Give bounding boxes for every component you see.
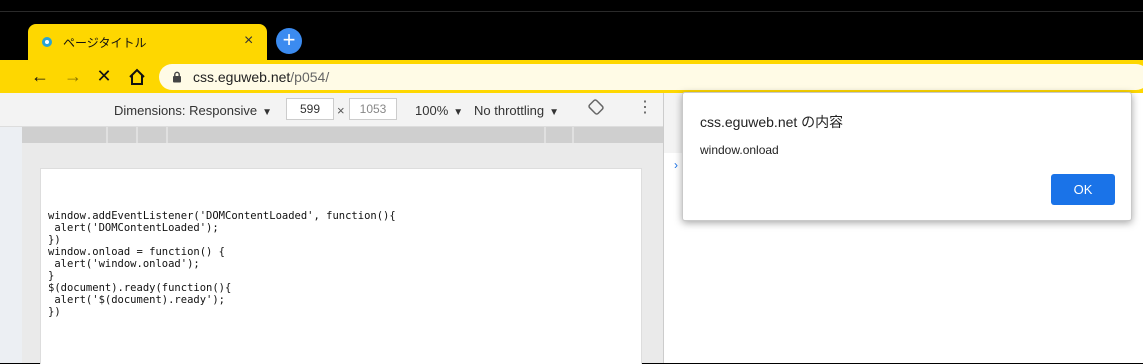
forward-arrow-icon[interactable]: → [61,65,85,89]
lock-icon[interactable] [172,71,182,83]
media-query-segment[interactable] [138,127,166,143]
media-query-segment[interactable] [22,127,106,143]
page-content: window.addEventListener('DOMContentLoade… [40,168,642,364]
code-text: window.addEventListener('DOMContentLoade… [48,210,396,318]
address-bar[interactable]: css.eguweb.net/p054/ [159,64,1143,90]
media-query-segment[interactable] [546,127,572,143]
dropdown-arrow-icon: ▼ [453,107,464,118]
browser-tab[interactable]: ページタイトル × [28,24,267,60]
title-bar: ページタイトル × + [0,0,1143,60]
dropdown-arrow-icon: ▼ [549,107,559,118]
width-input[interactable]: 599 [286,98,334,120]
dialog-title: css.eguweb.net の内容 [700,114,844,130]
media-query-segment[interactable] [168,127,544,143]
more-options-icon[interactable]: ⋮ [637,100,653,116]
tab-title: ページタイトル [63,36,147,50]
favicon-icon [42,37,52,47]
browser-toolbar: ← → ✕ css.eguweb.net/p054/ [0,60,1143,93]
dimension-separator: × [337,103,345,118]
alert-dialog: css.eguweb.net の内容 window.onload OK [682,92,1132,221]
rotate-icon[interactable] [588,99,604,115]
media-query-bar[interactable] [22,127,663,143]
dimensions-label: Dimensions: Responsive [114,103,258,118]
url-text[interactable]: css.eguweb.net/p054/ [193,69,329,85]
url-path: /p054/ [290,69,330,85]
console-prompt-icon[interactable]: › [674,158,678,172]
window-top-border [0,11,1143,12]
dimensions-dropdown[interactable]: Dimensions: Responsive ▼ [114,103,272,118]
back-arrow-icon[interactable]: ← [28,65,52,89]
home-icon[interactable] [127,67,147,87]
viewport-left-gutter [0,93,22,363]
stop-loading-icon[interactable]: ✕ [92,65,116,89]
url-host: css.eguweb.net [193,69,291,85]
media-query-segment[interactable] [108,127,136,143]
new-tab-button[interactable]: + [276,28,302,54]
device-toolbar: Dimensions: Responsive ▼ 599 × 1053 100% ▼… [0,93,663,127]
zoom-label: 100% [415,103,449,118]
tab-close-icon[interactable]: × [244,33,253,49]
dialog-message: window.onload [700,143,779,157]
zoom-dropdown[interactable]: 100% ▼ [415,103,463,118]
media-query-segment[interactable] [574,127,663,143]
dropdown-arrow-icon: ▼ [262,107,272,118]
throttling-label: No throttling [474,103,545,118]
height-input[interactable]: 1053 [349,98,397,120]
ok-button[interactable]: OK [1051,174,1115,205]
throttling-dropdown[interactable]: No throttling ▼ [474,103,559,118]
